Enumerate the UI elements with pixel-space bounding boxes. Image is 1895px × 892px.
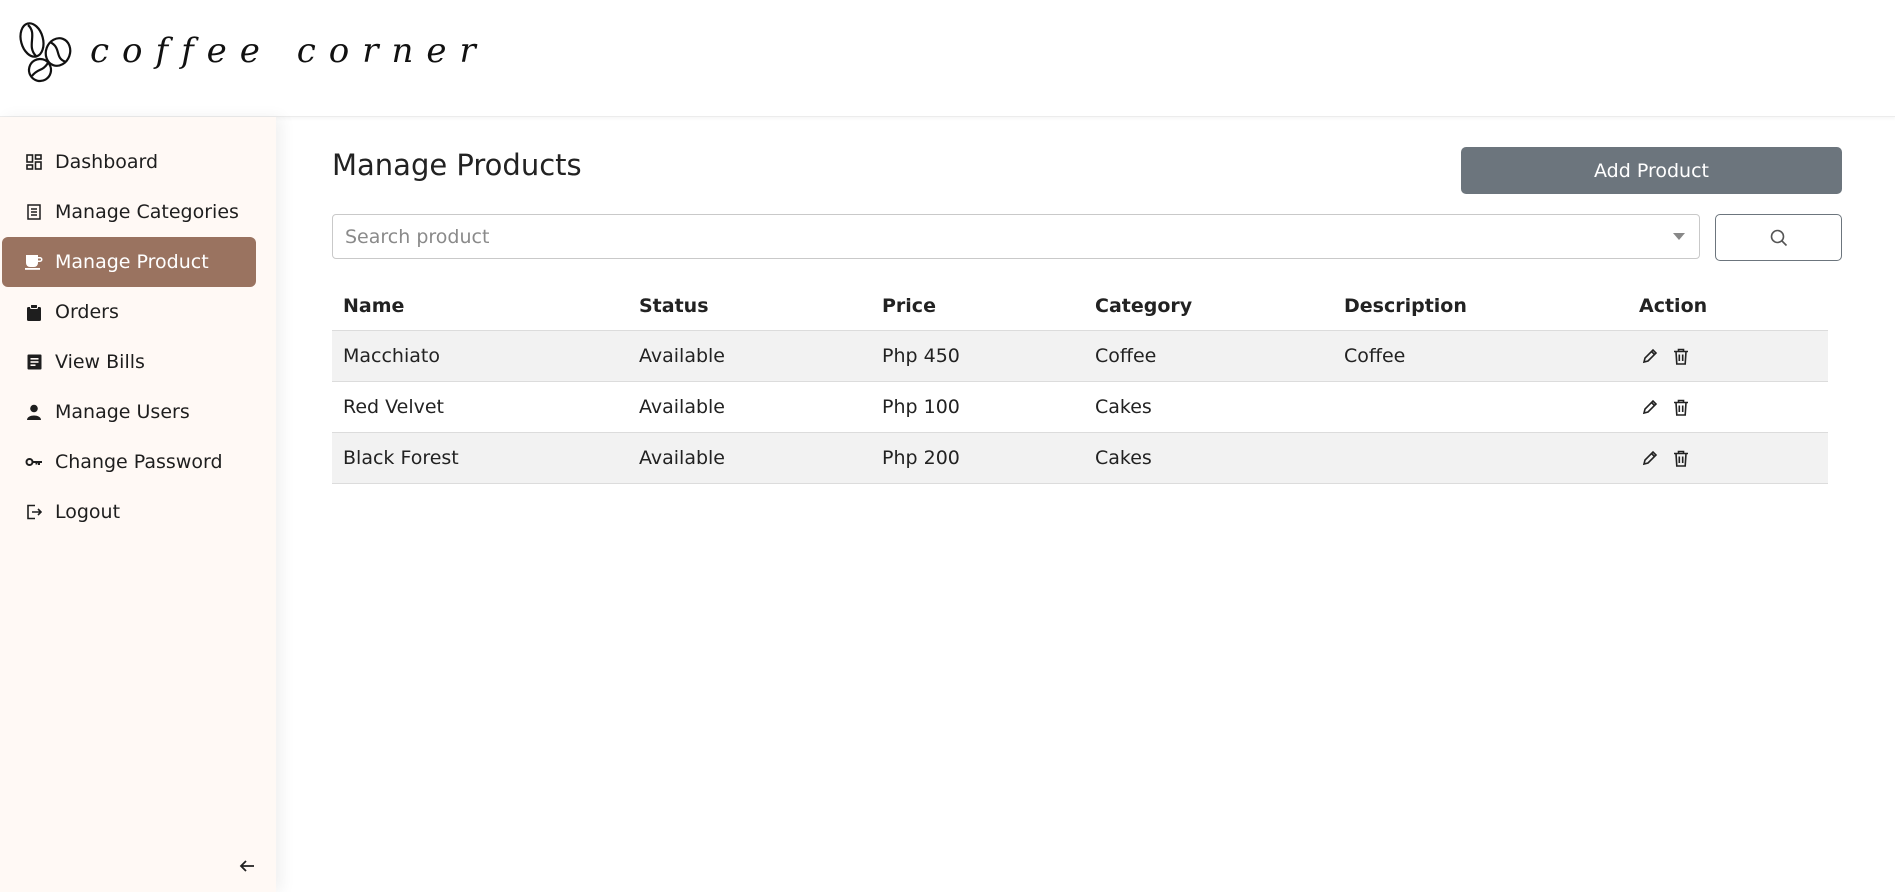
search-combobox[interactable] xyxy=(332,214,1700,259)
trash-icon[interactable] xyxy=(1670,346,1691,367)
list-icon xyxy=(24,202,44,222)
cell-status: Available xyxy=(639,396,726,418)
coffee-cup-icon xyxy=(24,252,44,272)
key-icon xyxy=(24,452,44,472)
sidebar-item-label: View Bills xyxy=(55,351,145,373)
table-row: Black Forest Available Php 200 Cakes xyxy=(332,433,1828,484)
cell-action xyxy=(1639,397,1828,418)
bill-icon xyxy=(24,352,44,372)
cell-action xyxy=(1639,448,1828,469)
user-icon xyxy=(24,402,44,422)
column-header-name: Name xyxy=(343,294,405,317)
cell-name: Red Velvet xyxy=(343,396,445,418)
sidebar: Dashboard Manage Categories Manage Produ… xyxy=(0,117,276,892)
cell-name: Black Forest xyxy=(343,447,459,469)
search-icon xyxy=(1770,229,1787,246)
cell-action xyxy=(1639,346,1828,367)
table-row: Red Velvet Available Php 100 Cakes xyxy=(332,382,1828,433)
trash-icon[interactable] xyxy=(1670,397,1691,418)
cell-name: Macchiato xyxy=(343,345,440,367)
cell-category: Cakes xyxy=(1095,396,1152,418)
collapse-sidebar-button[interactable] xyxy=(236,855,258,877)
logout-icon xyxy=(24,502,44,522)
search-button[interactable] xyxy=(1715,214,1842,261)
pencil-icon[interactable] xyxy=(1639,346,1660,367)
sidebar-item-change-password[interactable]: Change Password xyxy=(2,437,256,487)
column-header-description: Description xyxy=(1344,294,1467,317)
sidebar-item-label: Change Password xyxy=(55,451,223,473)
column-header-price: Price xyxy=(882,294,936,317)
sidebar-item-view-bills[interactable]: View Bills xyxy=(2,337,256,387)
add-product-button[interactable]: Add Product xyxy=(1461,147,1842,194)
sidebar-item-label: Orders xyxy=(55,301,119,323)
pencil-icon[interactable] xyxy=(1639,397,1660,418)
table-header: Name Status Price Category Description A… xyxy=(332,281,1828,331)
cell-price: Php 200 xyxy=(882,447,960,469)
cell-description: Coffee xyxy=(1344,345,1406,367)
trash-icon[interactable] xyxy=(1670,448,1691,469)
sidebar-item-logout[interactable]: Logout xyxy=(2,487,256,537)
column-header-status: Status xyxy=(639,294,709,317)
sidebar-item-label: Dashboard xyxy=(55,151,159,173)
sidebar-item-label: Manage Users xyxy=(55,401,190,423)
sidebar-item-label: Logout xyxy=(55,501,121,523)
page-title: Manage Products xyxy=(332,148,582,182)
cell-category: Coffee xyxy=(1095,345,1157,367)
app-header: coffee corner xyxy=(0,0,1895,117)
chevron-down-icon[interactable] xyxy=(1659,215,1699,258)
cell-price: Php 100 xyxy=(882,396,960,418)
brand-name: coffee corner xyxy=(90,31,489,71)
arrow-left-icon xyxy=(239,860,254,872)
sidebar-item-label: Manage Product xyxy=(55,251,209,273)
brand-logo[interactable]: coffee corner xyxy=(14,16,489,86)
cell-status: Available xyxy=(639,345,726,367)
pencil-icon[interactable] xyxy=(1639,448,1660,469)
table-row: Macchiato Available Php 450 Coffee Coffe… xyxy=(332,331,1828,382)
clipboard-icon xyxy=(24,302,44,322)
sidebar-item-orders[interactable]: Orders xyxy=(2,287,256,337)
sidebar-item-label: Manage Categories xyxy=(55,201,239,223)
sidebar-item-dashboard[interactable]: Dashboard xyxy=(2,137,256,187)
sidebar-item-manage-product[interactable]: Manage Product xyxy=(2,237,256,287)
cell-category: Cakes xyxy=(1095,447,1152,469)
cell-status: Available xyxy=(639,447,726,469)
sidebar-item-manage-categories[interactable]: Manage Categories xyxy=(2,187,256,237)
products-table: Name Status Price Category Description A… xyxy=(332,281,1828,484)
column-header-category: Category xyxy=(1095,294,1193,317)
coffee-beans-icon xyxy=(19,22,72,83)
dashboard-icon xyxy=(24,152,44,172)
column-header-action: Action xyxy=(1639,294,1708,317)
sidebar-item-manage-users[interactable]: Manage Users xyxy=(2,387,256,437)
search-input[interactable] xyxy=(333,215,1659,258)
cell-price: Php 450 xyxy=(882,345,960,367)
